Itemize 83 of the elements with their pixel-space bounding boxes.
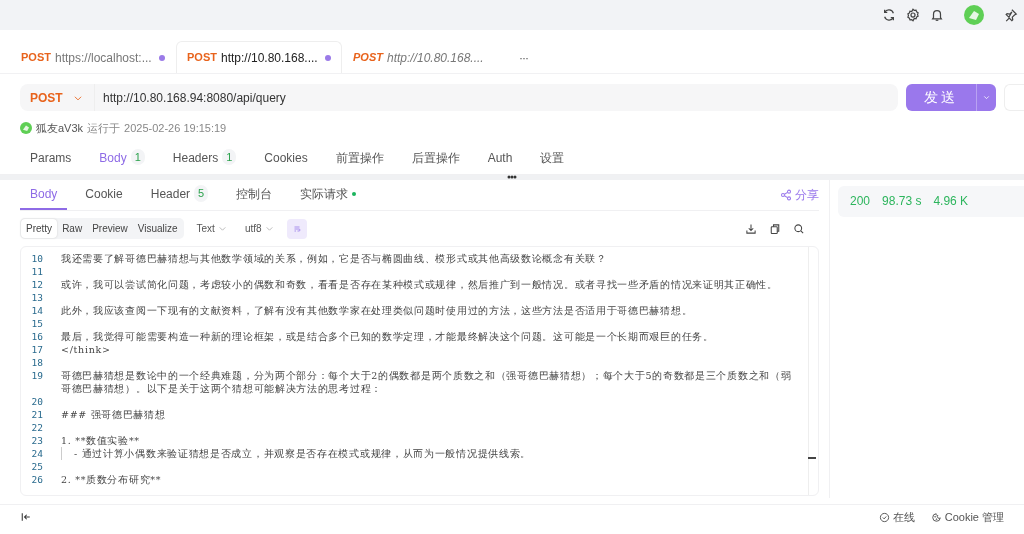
- pin-icon[interactable]: [1004, 8, 1018, 22]
- run-label: 运行于: [87, 121, 121, 136]
- line-number: 21: [30, 407, 44, 421]
- line-number: 18: [30, 355, 44, 369]
- response-tab[interactable]: Cookie: [75, 179, 133, 210]
- user-avatar: [20, 122, 32, 135]
- code-line: 我还需要了解哥德巴赫猜想与其他数学领域的关系，例如，它是否与椭圆曲线、模形式或其他高级数论概念有关联？: [61, 251, 608, 265]
- response-size: 4.96 K: [933, 193, 969, 210]
- request-section-tab[interactable]: Cookies: [254, 148, 318, 174]
- more-tabs-button[interactable]: ···: [508, 41, 539, 73]
- request-tab[interactable]: POST http://10.80.168....: [342, 41, 508, 73]
- code-line: 或许，我可以尝试简化问题，考虑较小的偶数和奇数，看看是否存在某种模式或规律，然后推广到一般情况。或者寻找一些矛盾的情况来证明其正确性。: [61, 277, 779, 291]
- wrap-toggle[interactable]: [286, 218, 307, 239]
- request-section-tab[interactable]: Headers 1: [162, 148, 247, 174]
- caret-icon: [264, 224, 274, 233]
- status-code: 200: [850, 193, 871, 210]
- code-line: ### 强哥德巴赫猜想: [61, 407, 167, 421]
- request-section-tab[interactable]: 后置操作: [401, 148, 470, 174]
- view-mode-tab[interactable]: Pretty: [21, 219, 58, 238]
- settings-icon[interactable]: [906, 8, 920, 22]
- line-number: 22: [30, 420, 44, 434]
- response-tab[interactable]: 实际请求: [290, 179, 367, 210]
- request-tab[interactable]: POST http://10.80.168....: [176, 41, 342, 73]
- response-tab[interactable]: Header 5: [140, 179, 219, 210]
- status-bar-item[interactable]: 在线: [878, 508, 915, 526]
- collapse-sidebar-icon[interactable]: [20, 511, 32, 523]
- request-section-tab[interactable]: 设置: [530, 148, 575, 174]
- check-circle-icon: [878, 511, 890, 523]
- code-line: 此外，我应该查阅一下现有的文献资料，了解有没有其他数学家在处理类似问题时使用过的方法，这些方法是否适用于哥德巴赫猜想。: [61, 303, 694, 317]
- code-line: 1. **数值实验**: [61, 433, 141, 447]
- count-badge: 1: [130, 148, 145, 165]
- encoding-dropdown[interactable]: utf8: [239, 221, 279, 236]
- line-number: 23: [30, 433, 44, 447]
- download-icon[interactable]: [745, 222, 757, 235]
- line-number: 26: [30, 472, 44, 486]
- send-options-button[interactable]: [976, 84, 997, 111]
- share-icon: [780, 188, 792, 201]
- copy-icon[interactable]: [769, 222, 781, 235]
- refresh-icon[interactable]: [882, 8, 896, 22]
- line-number: 12: [30, 277, 44, 291]
- caret-icon: [217, 224, 227, 233]
- line-number: 17: [30, 342, 44, 356]
- scrollbar[interactable]: [808, 246, 818, 495]
- response-tab[interactable]: 控制台: [226, 179, 283, 210]
- view-mode-tab[interactable]: Preview: [87, 219, 133, 238]
- format-dropdown[interactable]: Text: [191, 221, 232, 236]
- code-line: - 通过计算小偶数来验证猜想是否成立，并观察是否存在模式或规律，从而为一般情况提供线索。: [61, 446, 804, 460]
- count-badge: 1: [222, 148, 237, 165]
- scrollbar-thumb[interactable]: [808, 456, 816, 459]
- line-number: 19: [30, 368, 44, 383]
- code-line: 最后，我觉得可能需要构造一种新的理论框架，或是结合多个已知的数学定理，才能最终解决这个问题。这可能是一个长期而艰巨的任务。: [61, 329, 715, 343]
- line-number: 10: [30, 251, 44, 265]
- url-field[interactable]: http://10.80.168.94:8080/api/query: [95, 88, 286, 107]
- cookie-icon: [930, 511, 942, 523]
- view-mode-tab[interactable]: Visualize: [132, 219, 183, 238]
- search-icon[interactable]: [793, 222, 805, 235]
- request-section-tab[interactable]: 前置操作: [325, 148, 394, 174]
- response-time: 98.73 s: [882, 193, 922, 210]
- share-button[interactable]: 分享: [780, 185, 819, 204]
- status-bar-item[interactable]: Cookie 管理: [930, 508, 1004, 526]
- line-number: 13: [30, 290, 44, 304]
- caret-icon: [982, 93, 992, 102]
- bell-icon[interactable]: [930, 8, 944, 22]
- line-number: 24: [30, 446, 44, 460]
- line-number: 14: [30, 303, 44, 317]
- line-number: 25: [30, 459, 44, 473]
- code-line: 2. **质数分布研究**: [61, 472, 163, 486]
- response-tab[interactable]: Body: [20, 179, 68, 210]
- count-badge: 5: [194, 185, 209, 202]
- code-line: </think>: [61, 342, 112, 356]
- request-section-tab[interactable]: Params: [20, 148, 82, 174]
- code-line: 哥德巴赫猜想是数论中的一个经典难题，分为两个部分：每个大于2的偶数都是两个质数之和（强哥德巴赫猜想）；每个大于5的奇数都是三个质数之和（弱哥德巴赫猜想）。以下是关于这两个猜想可能解决方法的思考过程：: [61, 368, 793, 395]
- request-section-tab[interactable]: Body 1: [89, 148, 155, 174]
- view-mode-tab[interactable]: Raw: [57, 219, 88, 238]
- request-tab[interactable]: POST https://localhost:...: [10, 41, 176, 73]
- request-section-tab[interactable]: Auth: [477, 148, 523, 174]
- line-number: 15: [30, 316, 44, 330]
- line-number: 11: [30, 264, 44, 278]
- line-number: 16: [30, 329, 44, 343]
- drag-handle-icon[interactable]: [506, 174, 518, 179]
- line-number: 20: [30, 394, 44, 408]
- user-name: 狐友aV3k: [36, 121, 84, 136]
- run-time: 2025-02-26 19:15:19: [124, 121, 227, 136]
